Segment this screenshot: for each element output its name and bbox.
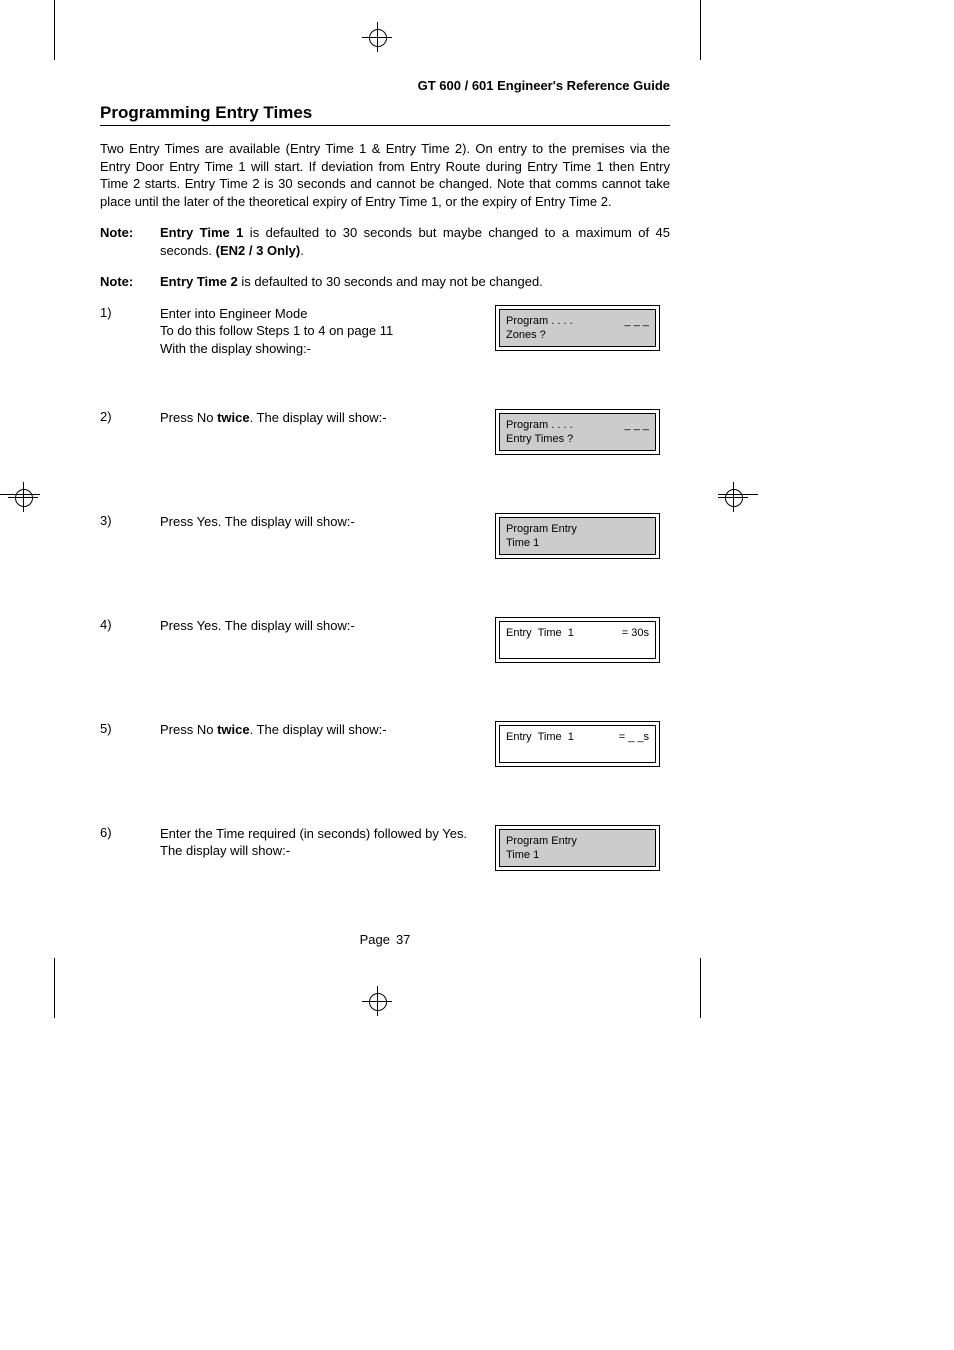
step-row: 2)Press No twice. The display will show:…: [100, 409, 670, 469]
step-number: 1): [100, 305, 160, 320]
lcd-line1-left: Entry Time 1: [506, 730, 574, 744]
lcd-display: Entry Time 1 = 30s: [495, 617, 670, 664]
page-number: 37: [396, 932, 410, 947]
step-text-pre: Press No: [160, 722, 217, 737]
step-text: Enter the Time required (in seconds) fol…: [160, 825, 495, 860]
lcd-display: Program EntryTime 1: [495, 825, 670, 872]
note-label: Note:: [100, 224, 160, 259]
step-text-pre: Press Yes. The display will show:-: [160, 618, 355, 633]
lcd-line2: Time 1: [506, 536, 649, 550]
registration-mark: [8, 482, 38, 512]
lcd-display: Program . . . . _ _ _Zones ?: [495, 305, 670, 352]
step-number: 2): [100, 409, 160, 424]
note-body: Entry Time 1 is defaulted to 30 seconds …: [160, 224, 670, 259]
step-text: Press No twice. The display will show:-: [160, 721, 495, 739]
step-text: Enter into Engineer Mode To do this foll…: [160, 305, 495, 358]
lcd-line2: [506, 744, 649, 758]
step-number: 6): [100, 825, 160, 840]
step-text: Press Yes. The display will show:-: [160, 513, 495, 531]
lcd-line2: Time 1: [506, 848, 649, 862]
note-row: Note: Entry Time 1 is defaulted to 30 se…: [100, 224, 670, 259]
lcd-line2: Entry Times ?: [506, 432, 649, 446]
note-body: Entry Time 2 is defaulted to 30 seconds …: [160, 273, 670, 291]
step-row: 6)Enter the Time required (in seconds) f…: [100, 825, 670, 885]
lcd-line1-left: Program Entry: [506, 522, 577, 536]
step-text-pre: Enter into Engineer Mode To do this foll…: [160, 306, 393, 356]
note-label: Note:: [100, 273, 160, 291]
step-number: 4): [100, 617, 160, 632]
lcd-line1-left: Program Entry: [506, 834, 577, 848]
crop-mark: [700, 958, 701, 1018]
step-text-post: . The display will show:-: [250, 722, 387, 737]
intro-paragraph: Two Entry Times are available (Entry Tim…: [100, 140, 670, 210]
step-text-bold: twice: [217, 410, 250, 425]
step-row: 5)Press No twice. The display will show:…: [100, 721, 670, 781]
lcd-line1-right: _ _ _: [625, 418, 649, 432]
step-row: 1)Enter into Engineer Mode To do this fo…: [100, 305, 670, 365]
crop-mark: [54, 0, 55, 60]
note-mid: is defaulted to 30 seconds and may not b…: [238, 274, 543, 289]
lcd-display: Entry Time 1 = _ _s: [495, 721, 670, 768]
registration-mark: [362, 986, 392, 1016]
lcd-line1-right: = 30s: [622, 626, 649, 640]
registration-mark: [362, 22, 392, 52]
note-tail: .: [300, 243, 304, 258]
section-title: Programming Entry Times: [100, 103, 670, 126]
lcd-line1-left: Program . . . .: [506, 314, 573, 328]
lcd-line1-left: Program . . . .: [506, 418, 573, 432]
running-head: GT 600 / 601 Engineer's Reference Guide: [100, 78, 670, 93]
lcd-line2: Zones ?: [506, 328, 649, 342]
step-text: Press No twice. The display will show:-: [160, 409, 495, 427]
lcd-line2: [506, 640, 649, 654]
lcd-line1-left: Entry Time 1: [506, 626, 574, 640]
registration-mark: [718, 482, 748, 512]
page-content: GT 600 / 601 Engineer's Reference Guide …: [100, 78, 670, 885]
step-text: Press Yes. The display will show:-: [160, 617, 495, 635]
step-row: 4)Press Yes. The display will show:- Entr…: [100, 617, 670, 677]
lcd-line1-right: _ _ _: [625, 314, 649, 328]
note-lead: Entry Time 1: [160, 225, 243, 240]
page-footer: Page 37: [100, 932, 670, 947]
note-row: Note: Entry Time 2 is defaulted to 30 se…: [100, 273, 670, 291]
step-number: 5): [100, 721, 160, 736]
note-tail-bold: (EN2 / 3 Only): [216, 243, 301, 258]
step-text-post: . The display will show:-: [250, 410, 387, 425]
step-row: 3)Press Yes. The display will show:- Prog…: [100, 513, 670, 573]
step-number: 3): [100, 513, 160, 528]
note-lead: Entry Time 2: [160, 274, 238, 289]
crop-mark: [54, 958, 55, 1018]
crop-mark: [700, 0, 701, 60]
lcd-display: Program . . . . _ _ _Entry Times ?: [495, 409, 670, 456]
step-text-pre: Enter the Time required (in seconds) fol…: [160, 826, 467, 859]
page-label: Page: [360, 932, 390, 947]
step-text-bold: twice: [217, 722, 250, 737]
step-text-pre: Press Yes. The display will show:-: [160, 514, 355, 529]
lcd-display: Program EntryTime 1: [495, 513, 670, 560]
step-text-pre: Press No: [160, 410, 217, 425]
lcd-line1-right: = _ _s: [619, 730, 649, 744]
